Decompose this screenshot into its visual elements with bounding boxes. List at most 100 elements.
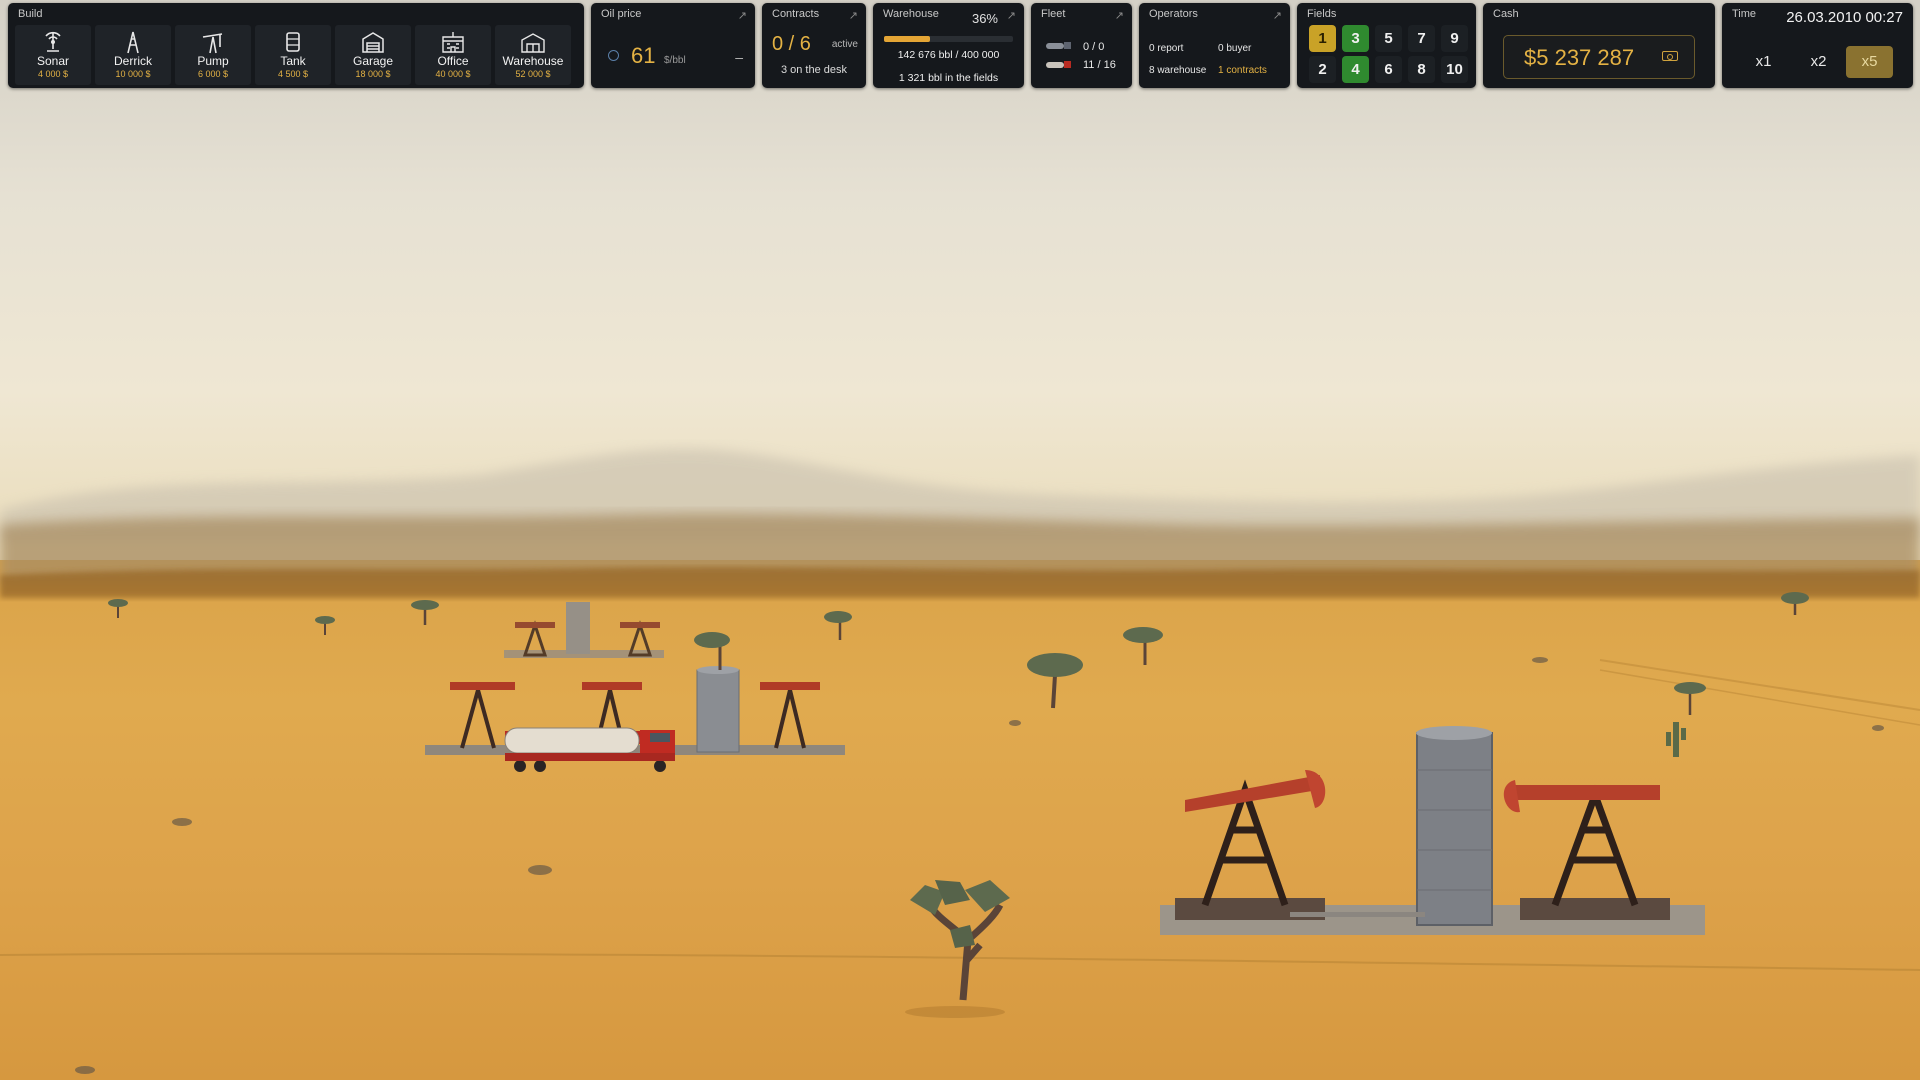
pumpjack-right <box>1551 784 1639 907</box>
build-item-name: Derrick <box>114 54 152 68</box>
sonar-icon <box>45 31 61 52</box>
game-world[interactable] <box>0 0 1920 1080</box>
tanker-truck <box>504 727 675 772</box>
build-item-name: Office <box>437 54 469 68</box>
game-datetime: 26.03.2010 00:27 <box>1786 9 1903 26</box>
build-panel-title: Build <box>18 8 43 20</box>
cash-panel: Cash $5 237 287 <box>1483 3 1715 88</box>
pin-icon[interactable]: ↗ <box>738 9 747 22</box>
build-item-price: 52 000 $ <box>515 69 551 79</box>
spinner-icon <box>608 50 619 61</box>
build-office-button[interactable]: Office 40 000 $ <box>415 25 491 85</box>
cash-icon <box>1662 51 1678 61</box>
time-panel: Time 26.03.2010 00:27 x1 x2 x5 <box>1722 3 1913 88</box>
garage-icon <box>362 32 384 53</box>
build-warehouse-button[interactable]: Warehouse 52 000 $ <box>495 25 571 85</box>
warehouse-fill-bar <box>884 36 1013 42</box>
build-item-price: 18 000 $ <box>355 69 391 79</box>
build-garage-button[interactable]: Garage 18 000 $ <box>335 25 411 85</box>
build-pump-button[interactable]: Pump 6 000 $ <box>175 25 251 85</box>
cash-amount: $5 237 287 <box>1524 45 1635 70</box>
contracts-count: 0 / 6 <box>772 33 811 55</box>
acacia-tree-large <box>905 880 1010 1018</box>
near-oil-site <box>1160 726 1705 935</box>
build-item-price: 4 000 $ <box>37 69 69 79</box>
warehouse-icon <box>521 33 545 53</box>
warehouse-title: Warehouse <box>883 8 939 20</box>
oil-price-panel[interactable]: Oil price ↗ 61 $/bbl – <box>591 3 755 88</box>
warehouse-stock: 142 676 bbl / 400 000 <box>897 49 1000 61</box>
build-item-name: Sonar <box>36 54 70 68</box>
speed-x1-button[interactable]: x1 <box>1740 46 1787 78</box>
contracts-panel[interactable]: Contracts ↗ 0 / 6 active 3 on the desk <box>762 3 866 88</box>
pin-icon[interactable]: ↗ <box>1273 9 1282 22</box>
derrick-icon <box>127 31 139 54</box>
small-trees <box>108 592 1809 715</box>
office-icon <box>442 32 464 53</box>
warehouse-fields-stock: 1 321 bbl in the fields <box>898 72 999 84</box>
fleet-panel[interactable]: Fleet ↗ 0 / 0 11 / 16 <box>1031 3 1132 88</box>
pin-icon[interactable]: ↗ <box>1007 9 1016 22</box>
cash-display: $5 237 287 <box>1503 35 1695 79</box>
pumpjack-left <box>1201 779 1289 907</box>
far-oil-site <box>504 602 664 658</box>
field-button-10[interactable]: 10 <box>1441 56 1468 83</box>
cash-title: Cash <box>1493 8 1519 20</box>
operators-title: Operators <box>1149 8 1198 20</box>
tank-icon <box>286 32 300 52</box>
warehouse-panel[interactable]: Warehouse 36% ↗ 142 676 bbl / 400 000 1 … <box>873 3 1024 88</box>
fleet-title: Fleet <box>1041 8 1066 20</box>
build-item-price: 10 000 $ <box>115 69 151 79</box>
field-button-9[interactable]: 9 <box>1441 25 1468 52</box>
landscape <box>0 448 1920 1074</box>
build-item-name: Pump <box>197 54 229 68</box>
oil-price-unit: $/bbl <box>664 55 686 66</box>
contracts-status: active <box>831 39 858 50</box>
build-item-price: 40 000 $ <box>435 69 471 79</box>
truck-icon <box>1046 42 1071 49</box>
build-tank-button[interactable]: Tank 4 500 $ <box>255 25 331 85</box>
build-item-name: Garage <box>352 54 394 68</box>
build-item-name: Warehouse <box>502 54 564 68</box>
field-button-3[interactable]: 3 <box>1342 25 1369 52</box>
field-button-8[interactable]: 8 <box>1408 56 1435 83</box>
time-title: Time <box>1732 8 1757 20</box>
build-panel: Build Sonar 4 000 $ Derrick 10 000 $ Pum… <box>8 3 584 88</box>
tanker-icon <box>1046 61 1071 68</box>
scrub-line <box>0 567 1920 598</box>
operators-report: 0 report <box>1149 43 1184 54</box>
fields-title: Fields <box>1307 8 1337 20</box>
build-item-name: Tank <box>280 54 306 68</box>
build-item-price: 6 000 $ <box>197 69 229 79</box>
speed-x5-button[interactable]: x5 <box>1846 46 1893 78</box>
field-button-4[interactable]: 4 <box>1342 56 1369 83</box>
field-button-5[interactable]: 5 <box>1375 25 1402 52</box>
operators-panel[interactable]: Operators ↗ 0 report 0 buyer 8 warehouse… <box>1139 3 1290 88</box>
build-sonar-button[interactable]: Sonar 4 000 $ <box>15 25 91 85</box>
pin-icon[interactable]: ↗ <box>849 9 858 22</box>
pin-icon[interactable]: ↗ <box>1115 9 1124 22</box>
acacia-tree-mid <box>1027 653 1083 709</box>
cactus <box>1666 722 1686 757</box>
oil-price-value: 61 <box>631 43 656 68</box>
operators-warehouse: 8 warehouse <box>1149 65 1207 76</box>
fleet-row-1: 0 / 0 <box>1083 41 1105 53</box>
operators-buyer: 0 buyer <box>1218 43 1252 54</box>
fields-panel: Fields 13579 2 4 6 8 10 <box>1297 3 1476 88</box>
speed-x2-button[interactable]: x2 <box>1795 46 1842 78</box>
field-button-7[interactable]: 7 <box>1408 25 1435 52</box>
contracts-desk: 3 on the desk <box>780 64 848 76</box>
warehouse-fill-level <box>884 36 931 42</box>
field-button-2[interactable]: 2 <box>1309 56 1336 83</box>
field-button-1[interactable]: 1 <box>1309 25 1336 52</box>
warehouse-percent: 36% <box>971 11 998 26</box>
contracts-title: Contracts <box>772 8 820 20</box>
oil-price-title: Oil price <box>601 8 642 20</box>
pump-icon <box>202 33 223 54</box>
field-button-6[interactable]: 6 <box>1375 56 1402 83</box>
oil-price-trend: – <box>735 49 743 65</box>
build-derrick-button[interactable]: Derrick 10 000 $ <box>95 25 171 85</box>
operators-contracts: 1 contracts <box>1218 65 1267 76</box>
build-item-price: 4 500 $ <box>277 69 309 79</box>
fleet-row-2: 11 / 16 <box>1083 59 1116 71</box>
